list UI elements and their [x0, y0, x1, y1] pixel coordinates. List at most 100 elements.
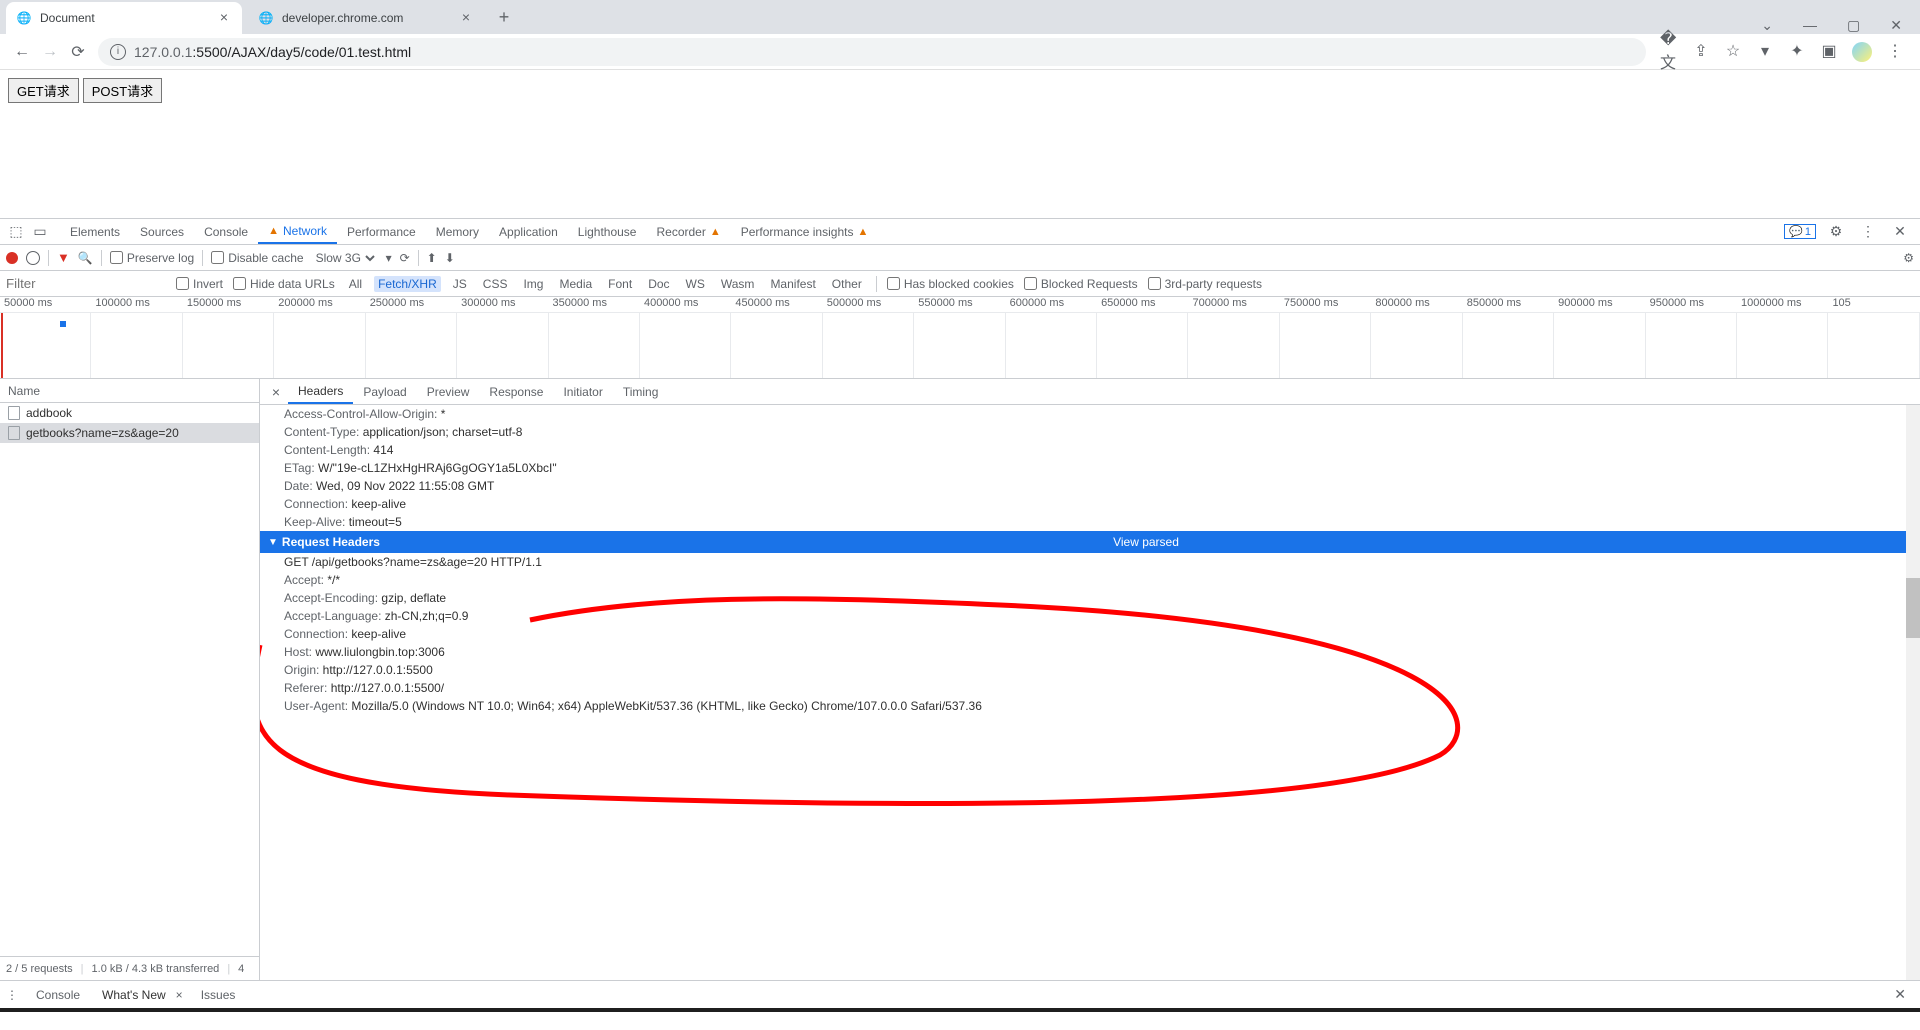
devtools-tab-performance[interactable]: Performance	[337, 219, 426, 244]
minimize-icon[interactable]: —	[1803, 17, 1817, 34]
detail-tab-headers[interactable]: Headers	[288, 379, 353, 404]
inspect-icon[interactable]: ⬚	[4, 220, 28, 244]
devtools-tab-application[interactable]: Application	[489, 219, 568, 244]
filter-type-js[interactable]: JS	[449, 276, 471, 292]
scrollbar[interactable]	[1906, 405, 1920, 980]
throttle-select[interactable]: Slow 3G	[312, 250, 378, 266]
avatar[interactable]	[1852, 42, 1872, 62]
omnibox[interactable]: i 127.0.0.1:5500/AJAX/day5/code/01.test.…	[98, 38, 1646, 66]
chevron-down-icon[interactable]: ⌄	[1761, 17, 1773, 34]
taskbar	[0, 1008, 1920, 1012]
back-button[interactable]: ←	[8, 38, 36, 66]
third-party-checkbox[interactable]: 3rd-party requests	[1148, 277, 1262, 291]
filter-type-media[interactable]: Media	[555, 276, 596, 292]
reload-button[interactable]: ⟳	[64, 38, 92, 66]
close-icon[interactable]: ×	[458, 10, 474, 26]
more-icon[interactable]: ⋮	[6, 988, 18, 1002]
gear-icon[interactable]: ⚙	[1903, 251, 1914, 265]
new-tab-button[interactable]: +	[490, 3, 518, 31]
filter-type-wasm[interactable]: Wasm	[717, 276, 759, 292]
request-list-header[interactable]: Name	[0, 379, 259, 403]
get-request-button[interactable]: GET请求	[8, 78, 79, 103]
puzzle-icon[interactable]: ✦	[1788, 42, 1806, 60]
drawer-tab-whatsnew[interactable]: What's New	[98, 988, 170, 1002]
network-timeline[interactable]: 50000 ms100000 ms150000 ms200000 ms25000…	[0, 297, 1920, 379]
devtools-tab-performance-insights[interactable]: Performance insights▲	[731, 219, 879, 244]
timeline-tick: 600000 ms	[1006, 297, 1097, 312]
share-icon[interactable]: ⇪	[1692, 42, 1710, 60]
view-parsed-link[interactable]: View parsed	[1113, 535, 1179, 549]
drawer-tab-issues[interactable]: Issues	[197, 988, 240, 1002]
filter-type-all[interactable]: All	[345, 276, 366, 292]
devtools-tab-console[interactable]: Console	[194, 219, 258, 244]
blocked-cookies-checkbox[interactable]: Has blocked cookies	[887, 277, 1014, 291]
header-line: Content-Length: 414	[260, 441, 1920, 459]
detail-tab-timing[interactable]: Timing	[613, 379, 669, 404]
drawer-tab-console[interactable]: Console	[32, 988, 84, 1002]
detail-tab-preview[interactable]: Preview	[417, 379, 480, 404]
window-controls: ⌄ — ▢ ✕	[1761, 17, 1920, 34]
menu-icon[interactable]: ⋮	[1886, 42, 1904, 60]
post-request-button[interactable]: POST请求	[83, 78, 162, 103]
clear-icon[interactable]	[26, 251, 40, 265]
close-drawer-icon[interactable]: ✕	[1894, 986, 1914, 1003]
devtools-tab-sources[interactable]: Sources	[130, 219, 194, 244]
close-icon[interactable]: ×	[216, 10, 232, 26]
chevron-down-icon[interactable]: ▾	[386, 251, 392, 265]
request-row[interactable]: getbooks?name=zs&age=20	[0, 423, 259, 443]
devtools-tab-recorder[interactable]: Recorder▲	[646, 219, 730, 244]
request-row[interactable]: addbook	[0, 403, 259, 423]
filter-type-font[interactable]: Font	[604, 276, 636, 292]
filter-type-css[interactable]: CSS	[479, 276, 512, 292]
forward-button[interactable]: →	[36, 38, 64, 66]
timeline-tick: 250000 ms	[366, 297, 457, 312]
filter-type-other[interactable]: Other	[828, 276, 866, 292]
device-icon[interactable]: ▭	[28, 220, 52, 244]
document-icon	[8, 426, 20, 440]
invert-checkbox[interactable]: Invert	[176, 277, 223, 291]
detail-tab-initiator[interactable]: Initiator	[553, 379, 612, 404]
devtools-tab-elements[interactable]: Elements	[60, 219, 130, 244]
detail-body[interactable]: Access-Control-Allow-Origin: *Content-Ty…	[260, 405, 1920, 980]
devtools-tab-network[interactable]: ▲Network	[258, 219, 337, 244]
extension-icon[interactable]: ▾	[1756, 42, 1774, 60]
filter-type-img[interactable]: Img	[519, 276, 547, 292]
filter-icon[interactable]: ▼	[57, 250, 70, 265]
devtools-tab-memory[interactable]: Memory	[426, 219, 489, 244]
filter-type-doc[interactable]: Doc	[644, 276, 673, 292]
bookmark-icon[interactable]: ☆	[1724, 42, 1742, 60]
timeline-tick: 900000 ms	[1554, 297, 1645, 312]
hide-data-urls-checkbox[interactable]: Hide data URLs	[233, 277, 335, 291]
close-icon[interactable]: ×	[176, 988, 183, 1002]
filter-type-fetch-xhr[interactable]: Fetch/XHR	[374, 276, 441, 292]
detail-tab-response[interactable]: Response	[479, 379, 553, 404]
upload-icon[interactable]: ⬆	[427, 251, 437, 265]
filter-type-ws[interactable]: WS	[682, 276, 709, 292]
browser-tab-active[interactable]: 🌐 Document ×	[6, 2, 242, 34]
maximize-icon[interactable]: ▢	[1847, 17, 1860, 34]
search-icon[interactable]: 🔍	[78, 251, 93, 265]
more-icon[interactable]: ⋮	[1856, 220, 1880, 244]
messages-badge[interactable]: 💬1	[1784, 224, 1816, 239]
request-headers-section[interactable]: ▼ Request Headers View parsed	[260, 531, 1920, 553]
record-icon[interactable]	[6, 252, 18, 264]
info-icon[interactable]: i	[110, 44, 126, 60]
preserve-log-checkbox[interactable]: Preserve log	[110, 251, 194, 265]
browser-tab[interactable]: 🌐 developer.chrome.com ×	[248, 2, 484, 34]
blocked-requests-checkbox[interactable]: Blocked Requests	[1024, 277, 1138, 291]
translate-icon[interactable]: �文	[1660, 42, 1678, 60]
devtools-tab-lighthouse[interactable]: Lighthouse	[568, 219, 647, 244]
scrollbar-thumb[interactable]	[1906, 578, 1920, 638]
side-panel-icon[interactable]: ▣	[1820, 42, 1838, 60]
wifi-icon[interactable]: ⟳	[400, 251, 410, 265]
disable-cache-checkbox[interactable]: Disable cache	[211, 251, 303, 265]
gear-icon[interactable]: ⚙	[1824, 220, 1848, 244]
close-window-icon[interactable]: ✕	[1890, 17, 1902, 34]
filter-input[interactable]	[6, 276, 166, 291]
close-devtools-icon[interactable]: ✕	[1888, 220, 1912, 244]
filter-type-manifest[interactable]: Manifest	[766, 276, 819, 292]
close-detail-icon[interactable]: ×	[264, 384, 288, 400]
browser-titlebar: 🌐 Document × 🌐 developer.chrome.com × + …	[0, 0, 1920, 34]
detail-tab-payload[interactable]: Payload	[353, 379, 416, 404]
download-icon[interactable]: ⬇	[445, 251, 455, 265]
